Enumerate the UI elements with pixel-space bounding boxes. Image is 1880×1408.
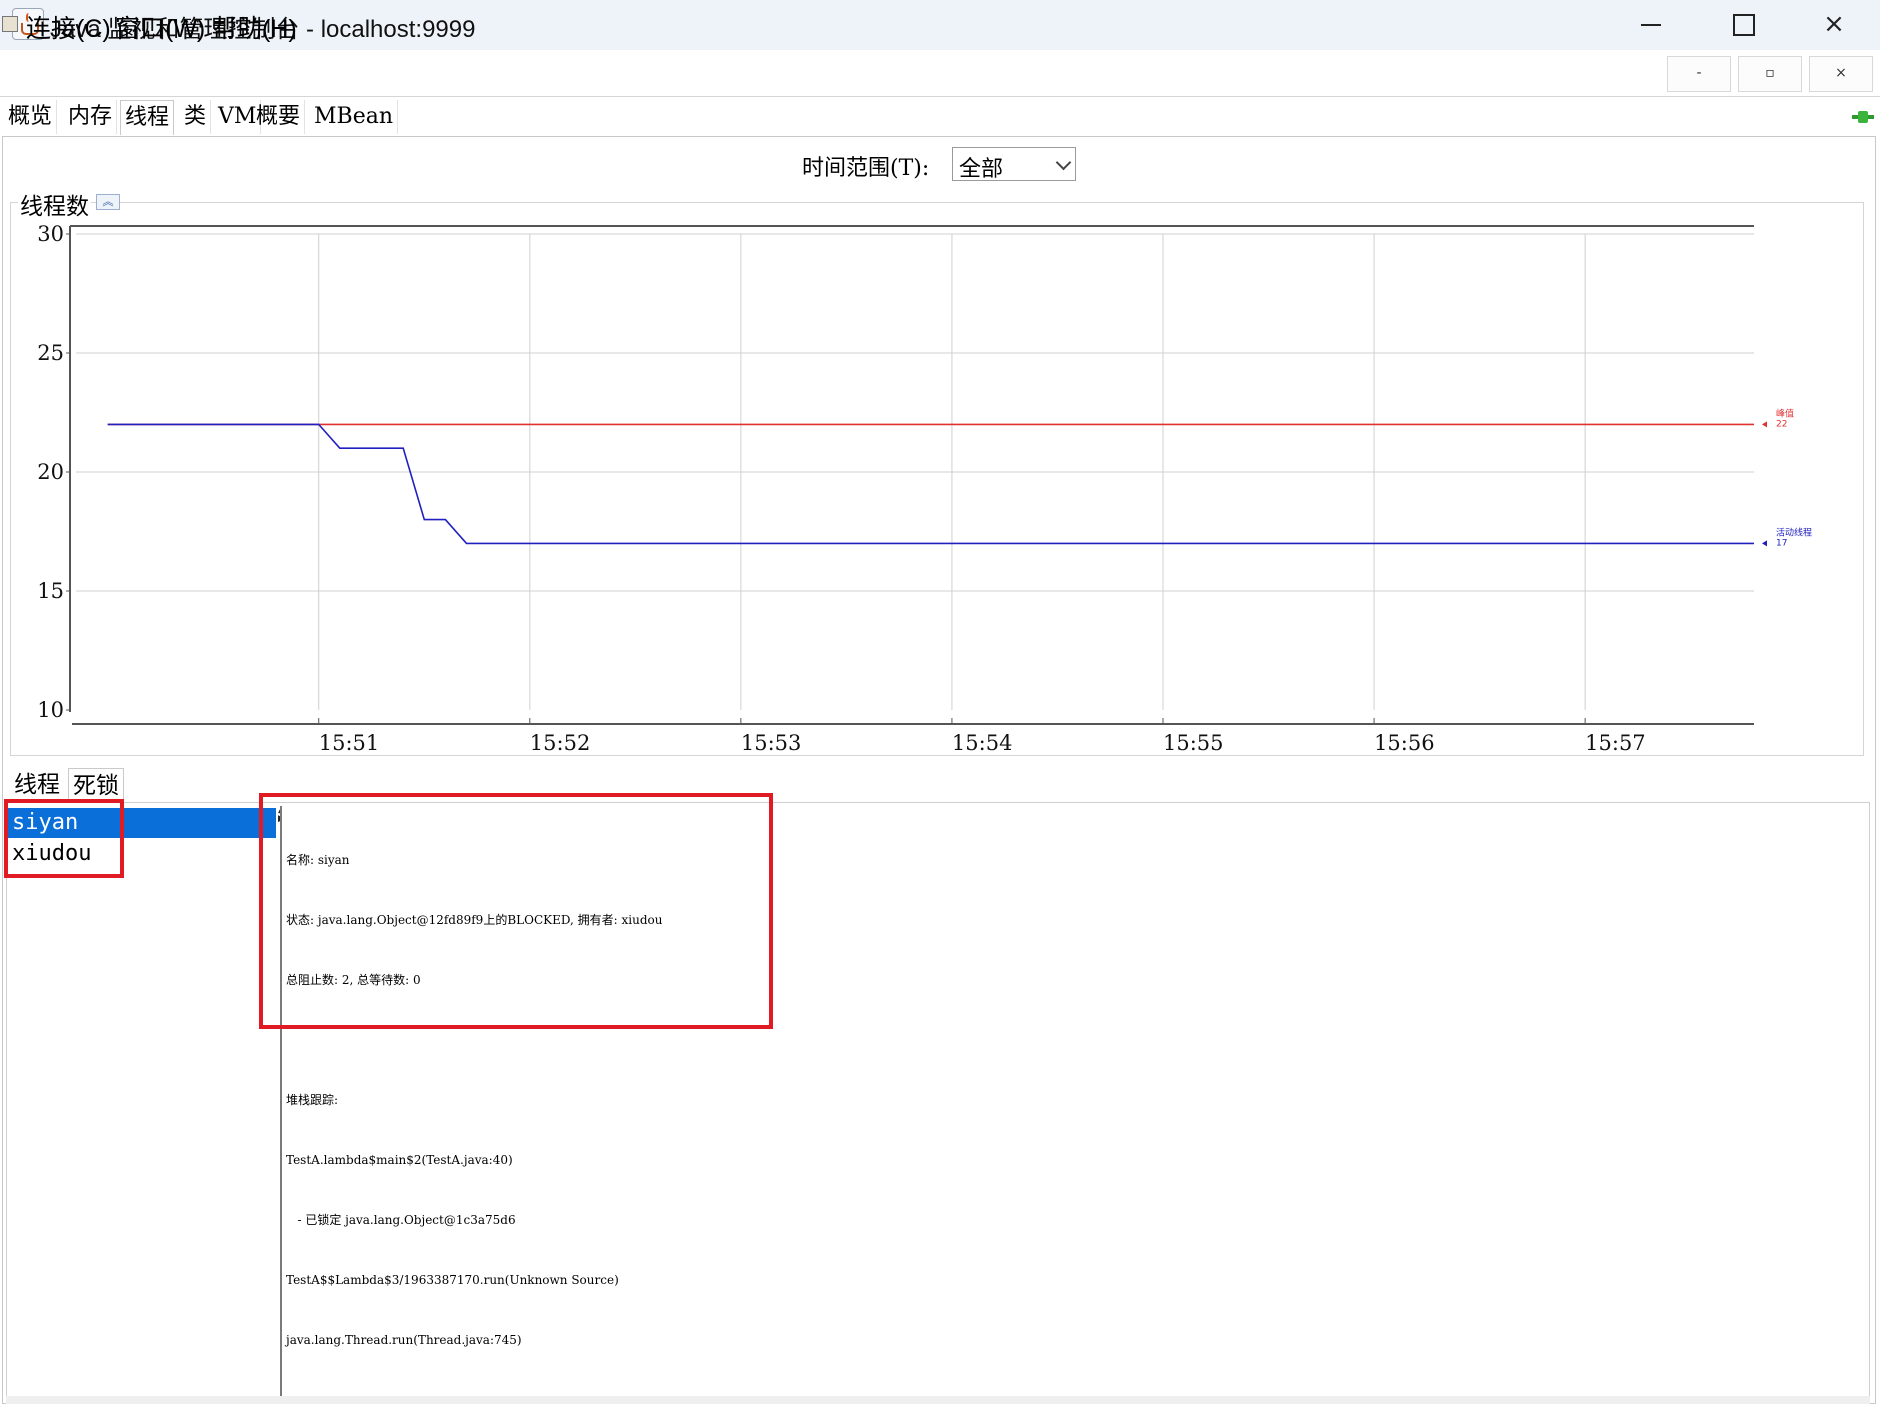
tab-memory[interactable]: 内存 [64,100,118,134]
tab-classes[interactable]: 类 [180,100,212,134]
bottom-edge [6,1396,1870,1404]
detail-line: 堆栈跟踪: [286,1093,339,1107]
time-range-value: 全部 [959,156,1004,181]
x-tick-label: 15:51 [319,731,380,752]
x-tick-label: 15:54 [952,731,1013,752]
y-tick-label: 15 [37,579,64,603]
tab-vm-summary[interactable]: 概要 [252,100,306,134]
bottom-tab-threads[interactable]: 线程 [10,768,64,802]
series-value-label: 22 [1776,419,1787,429]
bottom-tab-deadlock[interactable]: 死锁 [68,768,124,803]
menu-window[interactable]: 窗口(W) [115,9,205,45]
internal-minimize-button[interactable]: - [1667,56,1731,92]
series-name-label: 峰值 [1776,407,1794,419]
tab-overview[interactable]: 概览 [4,100,58,134]
series-name-label: 活动线程 [1776,526,1812,538]
close-icon: × [1823,9,1845,39]
x-tick-label: 15:55 [1163,731,1224,752]
double-chevron-up-icon[interactable]: ︽ [96,194,120,210]
chart-series [107,423,1754,545]
minimize-icon [1641,24,1661,26]
menu-help[interactable]: 帮助(H) [212,9,297,45]
menu-connect[interactable]: 连接(C) [26,9,111,45]
time-range-select[interactable]: 全部 [952,147,1076,181]
detail-line: java.lang.Thread.run(Thread.java:745) [286,1333,522,1347]
x-tick-label: 15:56 [1374,731,1435,752]
chevron-down-icon [1055,154,1072,171]
document-icon [2,16,18,32]
series-end-marker [1762,421,1767,428]
chart-grid [76,233,1754,710]
y-tick-label: 20 [37,460,64,484]
detail-line [286,1030,663,1050]
window-close-button[interactable]: × [1788,0,1880,50]
y-tick-label: 30 [37,222,64,246]
series-end-marker [1762,540,1767,547]
series-value-label: 17 [1776,538,1787,548]
detail-line: TestA$$Lambda$3/1963387170.run(Unknown S… [286,1273,619,1287]
detail-line: - 已锁定 java.lang.Object@1c3a75d6 [286,1213,516,1227]
chart-labels: 10 15 20 25 30 15:51 15:52 15:53 15:54 15:55 15:56… [37,222,1812,752]
connection-status-icon [1852,111,1874,123]
menu-bar [0,50,1880,97]
thread-count-chart: 10 15 20 25 30 15:51 15:52 15:53 15:54 15:55 15:56… [37,222,1812,752]
x-tick-label: 15:57 [1585,731,1646,752]
maximize-icon [1733,14,1755,36]
series-line [107,423,1754,545]
tab-threads[interactable]: 线程 [120,100,175,135]
y-tick-label: 25 [37,341,64,365]
internal-restore-button[interactable]: ▫ [1738,56,1802,92]
time-range-label: 时间范围(T): [802,156,930,181]
x-tick-label: 15:52 [530,731,591,752]
highlight-box-thread-list [4,799,124,878]
highlight-box-thread-detail [259,793,773,1029]
window-minimize-button[interactable] [1604,0,1696,50]
internal-close-button[interactable]: × [1809,56,1873,92]
y-tick-label: 10 [37,698,64,722]
window-maximize-button[interactable] [1696,0,1788,50]
detail-line: TestA.lambda$main$2(TestA.java:40) [286,1153,513,1167]
x-tick-label: 15:53 [741,731,802,752]
tab-mbean[interactable]: MBean [310,100,398,134]
